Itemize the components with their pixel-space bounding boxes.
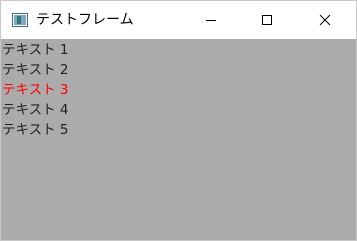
window-title: テストフレーム (36, 12, 134, 28)
close-icon (319, 14, 331, 26)
close-button[interactable] (302, 1, 348, 39)
text-item-4: テキスト 4 (2, 102, 69, 118)
text-item-3: テキスト 3 (2, 82, 69, 98)
content-panel: テキスト 1 テキスト 2 テキスト 3 テキスト 4 テキスト 5 (1, 39, 356, 240)
text-item-5: テキスト 5 (2, 122, 69, 138)
java-frame-icon (12, 13, 28, 27)
text-list: テキスト 1 テキスト 2 テキスト 3 テキスト 4 テキスト 5 (2, 40, 68, 140)
minimize-button[interactable] (188, 1, 234, 39)
text-item-1: テキスト 1 (2, 42, 69, 58)
maximize-icon (262, 15, 272, 25)
minimize-icon (206, 20, 216, 21)
maximize-button[interactable] (244, 1, 290, 39)
text-item-2: テキスト 2 (2, 62, 69, 78)
title-bar[interactable]: テストフレーム (1, 1, 356, 39)
app-window: テストフレーム テキスト 1 テキスト 2 テキスト 3 テキスト 4 テキスト… (0, 0, 357, 241)
